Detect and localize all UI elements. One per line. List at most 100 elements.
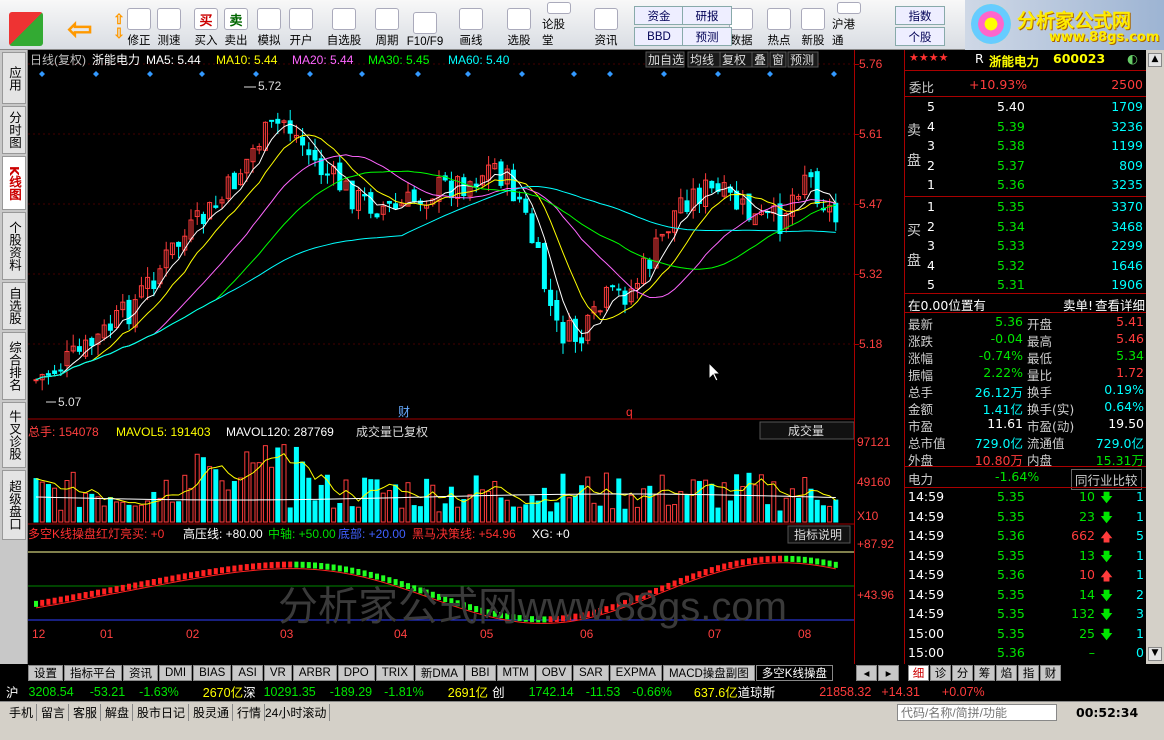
自选股-button[interactable]: 自选股	[322, 2, 366, 48]
tab-right-arrow-icon[interactable]: ▸	[877, 665, 899, 681]
chart-header-button-3[interactable]: 叠	[754, 53, 766, 67]
finance-mark[interactable]: 财	[398, 405, 410, 419]
event-diamond-icon[interactable]	[607, 71, 613, 77]
volume-dropdown[interactable]: 成交量	[788, 423, 824, 438]
卖出-button[interactable]: 卖卖出	[219, 2, 253, 48]
chart-header-button-1[interactable]: 均线	[690, 53, 714, 67]
status-item-0[interactable]: 手机	[6, 704, 38, 721]
event-diamond-icon[interactable]	[715, 71, 721, 77]
chart-header-button-4[interactable]: 窗	[772, 53, 784, 67]
event-diamond-icon[interactable]	[767, 71, 773, 77]
panel-tab-3[interactable]: 筹	[973, 665, 995, 681]
panel-tab-0[interactable]: 细	[907, 665, 929, 681]
event-diamond-icon[interactable]	[307, 71, 313, 77]
stock-search-input[interactable]	[897, 704, 1057, 721]
event-diamond-icon[interactable]	[465, 71, 471, 77]
left-tab-4[interactable]: 自选股	[2, 282, 26, 330]
F10/F9-button[interactable]: F10/F9	[407, 2, 443, 48]
status-item-5[interactable]: 股灵通	[190, 704, 234, 721]
indicator-tab-0[interactable]: 设置	[28, 665, 63, 681]
资讯-button[interactable]: 资讯	[584, 2, 628, 48]
event-diamond-icon[interactable]	[415, 71, 421, 77]
开户-button[interactable]: 开户	[284, 2, 318, 48]
买入-button[interactable]: 买买入	[189, 2, 223, 48]
indicator-tab-13[interactable]: OBV	[535, 665, 573, 681]
indicator-tab-10[interactable]: 新DMA	[414, 665, 464, 681]
panel-tab-5[interactable]: 指	[1017, 665, 1039, 681]
indicator-tab-4[interactable]: BIAS	[193, 665, 232, 681]
status-item-4[interactable]: 股市日记	[134, 704, 190, 721]
event-diamond-icon[interactable]	[831, 71, 837, 77]
indicator-tab-11[interactable]: BBI	[464, 665, 496, 681]
indicator-tab-2[interactable]: 资讯	[123, 665, 158, 681]
forecast-button[interactable]: 预测	[682, 27, 732, 46]
chart-header-button-2[interactable]: 复权	[722, 53, 746, 67]
event-diamond-icon[interactable]	[199, 71, 205, 77]
fund-button[interactable]: 资金	[634, 6, 684, 25]
沪港通-button[interactable]: 沪港通	[832, 2, 866, 48]
indicator-tab-6[interactable]: VR	[263, 665, 292, 681]
status-item-1[interactable]: 留言	[38, 704, 70, 721]
论股堂-button[interactable]: 论股堂	[542, 2, 576, 48]
indicator-tab-16[interactable]: MACD操盘副图	[662, 665, 755, 681]
修正-button[interactable]: 修正	[122, 2, 156, 48]
status-item-2[interactable]: 客服	[70, 704, 102, 721]
kline-chart-area[interactable]: 日线(复权) 浙能电力 MA5: 5.44 MA10: 5.44 MA20: 5.44 M…	[28, 50, 855, 664]
left-tab-0[interactable]: 应用	[2, 52, 26, 104]
画线-button[interactable]: 画线	[454, 2, 488, 48]
app-logo-icon[interactable]	[6, 2, 46, 48]
panel-tab-1[interactable]: 诊	[929, 665, 951, 681]
scroll-up-arrow-icon[interactable]: ▲	[1148, 53, 1162, 67]
scroll-down-arrow-icon[interactable]: ▼	[1148, 647, 1162, 661]
event-diamond-icon[interactable]	[661, 71, 667, 77]
left-tab-3[interactable]: 个股资料	[2, 212, 26, 280]
research-report-button[interactable]: 研报	[682, 6, 732, 25]
left-tab-7[interactable]: 超级盘口	[2, 470, 26, 540]
kline-chart-svg[interactable]: 日线(复权) 浙能电力 MA5: 5.44 MA10: 5.44 MA20: 5.44 M…	[28, 50, 855, 664]
tab-left-arrow-icon[interactable]: ◂	[855, 665, 877, 681]
indicator-tab-7[interactable]: ARBR	[292, 665, 337, 681]
left-tab-2[interactable]: K线图	[2, 156, 26, 210]
event-diamond-icon[interactable]	[147, 71, 153, 77]
status-item-6[interactable]: 行情	[234, 704, 266, 721]
bbd-button[interactable]: BBD	[634, 27, 684, 46]
left-tab-6[interactable]: 牛叉诊股	[2, 402, 26, 468]
status-item-7[interactable]: 24小时滚动	[262, 704, 331, 721]
individual-stock-button[interactable]: 个股	[895, 27, 945, 46]
chart-header-button-5[interactable]: 预测	[790, 53, 814, 67]
indicator-tab-8[interactable]: DPO	[337, 665, 375, 681]
新股-button[interactable]: 新股	[796, 2, 830, 48]
vertical-scrollbar[interactable]: ▲ ▼	[1146, 50, 1164, 664]
back-arrow-icon[interactable]: ⇦	[60, 2, 100, 48]
indicator-tab-5[interactable]: ASI	[232, 665, 263, 681]
panel-tab-4[interactable]: 焰	[995, 665, 1017, 681]
模拟-button[interactable]: 模拟	[252, 2, 286, 48]
event-diamond-icon[interactable]	[571, 71, 577, 77]
chart-header-button-0[interactable]: 加自选	[648, 53, 684, 67]
left-tab-5[interactable]: 综合排名	[2, 332, 26, 400]
event-diamond-icon[interactable]	[359, 71, 365, 77]
热点-button[interactable]: 热点	[762, 2, 796, 48]
indicator-help-button[interactable]: 指标说明	[794, 527, 842, 542]
indicator-tab-1[interactable]: 指标平台	[64, 665, 122, 681]
left-tab-1[interactable]: 分时图	[2, 106, 26, 154]
indicator-tab-12[interactable]: MTM	[496, 665, 535, 681]
event-diamond-icon[interactable]	[93, 71, 99, 77]
event-diamond-icon[interactable]	[253, 71, 259, 77]
indicator-tab-14[interactable]: SAR	[573, 665, 609, 681]
status-item-3[interactable]: 解盘	[102, 704, 134, 721]
globe-icon[interactable]: ◐	[1127, 51, 1138, 66]
panel-tab-2[interactable]: 分	[951, 665, 973, 681]
选股-button[interactable]: 选股	[502, 2, 536, 48]
index-button[interactable]: 指数	[895, 6, 945, 25]
event-diamond-icon[interactable]	[519, 71, 525, 77]
indicator-tab-17[interactable]: 多空K线操盘	[755, 665, 833, 681]
indicator-tab-15[interactable]: EXPMA	[609, 665, 662, 681]
测速-button[interactable]: 测速	[152, 2, 186, 48]
event-diamond-icon[interactable]	[39, 71, 45, 77]
indicator-tab-3[interactable]: DMI	[159, 665, 193, 681]
panel-tab-6[interactable]: 财	[1039, 665, 1061, 681]
q-mark[interactable]: q	[626, 405, 633, 419]
indicator-tab-9[interactable]: TRIX	[375, 665, 414, 681]
周期-button[interactable]: 周期	[370, 2, 404, 48]
